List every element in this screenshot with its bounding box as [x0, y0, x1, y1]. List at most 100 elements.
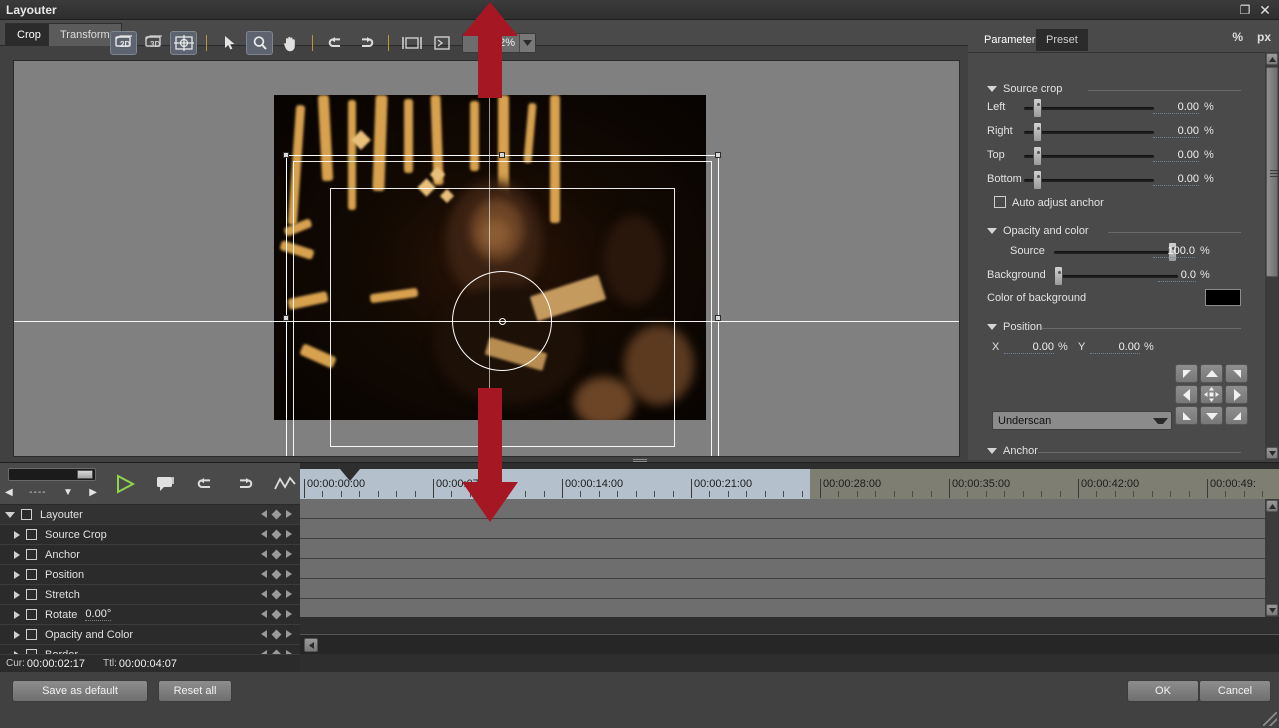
timeline-vertical-scrollbar[interactable]	[1265, 499, 1279, 617]
scroll-up-icon[interactable]	[1266, 500, 1278, 512]
position-mode-combo[interactable]: Underscan	[992, 411, 1172, 430]
tree-row-checkbox[interactable]	[26, 589, 37, 600]
tree-row-checkbox[interactable]	[21, 509, 32, 520]
scroll-down-icon[interactable]	[1266, 447, 1278, 459]
slider-thumb-crop-left[interactable]	[1033, 98, 1042, 118]
cancel-button[interactable]: Cancel	[1199, 680, 1271, 702]
prev-keyframe-icon[interactable]	[261, 590, 267, 598]
scroll-down-icon[interactable]	[1266, 604, 1278, 616]
pointer-icon[interactable]	[216, 31, 243, 55]
next-keyframe-icon[interactable]	[286, 530, 292, 538]
resize-handle-ne[interactable]	[715, 152, 721, 158]
timeline-track-row[interactable]	[300, 599, 1279, 617]
value-opacity-background[interactable]: 0.0	[1158, 269, 1196, 282]
tree-row-checkbox[interactable]	[26, 609, 37, 620]
tree-row-checkbox[interactable]	[26, 529, 37, 540]
fit-frame-icon[interactable]	[398, 31, 425, 55]
value-position-y[interactable]: 0.00	[1090, 341, 1140, 354]
slider-track-crop-top[interactable]	[1024, 155, 1154, 158]
add-keyframe-icon[interactable]	[271, 569, 282, 579]
redo-icon[interactable]	[232, 472, 258, 496]
prev-keyframe-icon[interactable]	[261, 610, 267, 618]
chevron-down-icon[interactable]	[987, 448, 997, 454]
add-keyframe-icon[interactable]	[271, 609, 282, 619]
magnifier-icon[interactable]	[246, 31, 273, 55]
reset-all-button[interactable]: Reset all	[158, 680, 232, 702]
add-keyframe-icon[interactable]	[271, 549, 282, 559]
preview-monitor-icon[interactable]	[152, 472, 178, 496]
resize-grip-icon[interactable]	[1263, 712, 1277, 726]
redo-icon[interactable]	[352, 31, 379, 55]
checkbox-auto-adjust-anchor[interactable]	[994, 196, 1006, 208]
slider-track-crop-left[interactable]	[1024, 107, 1154, 110]
add-keyframe-icon[interactable]	[271, 629, 282, 639]
timeline-zoom-thumb[interactable]	[77, 470, 93, 479]
chevron-right-icon[interactable]	[14, 590, 20, 599]
play-icon[interactable]	[112, 472, 138, 496]
nav-prev-icon[interactable]: ◀	[5, 487, 13, 498]
next-keyframe-icon[interactable]	[286, 590, 292, 598]
zoom-level-combo[interactable]: 6.22%	[462, 33, 536, 53]
next-keyframe-icon[interactable]	[286, 610, 292, 618]
align-top-button[interactable]	[1200, 364, 1223, 383]
tab-crop[interactable]: Crop	[5, 23, 53, 46]
tab-preset[interactable]: Preset	[1036, 29, 1088, 51]
scroll-up-icon[interactable]	[1266, 53, 1278, 65]
slider-thumb-crop-right[interactable]	[1033, 122, 1042, 142]
tree-row-layouter[interactable]: Layouter	[0, 505, 300, 525]
chevron-right-icon[interactable]	[14, 550, 20, 559]
tree-row-value[interactable]: 0.00°	[85, 608, 112, 621]
prev-keyframe-icon[interactable]	[261, 630, 267, 638]
resize-handle-e[interactable]	[715, 315, 721, 321]
align-center-button[interactable]	[1200, 385, 1223, 404]
tree-row-checkbox[interactable]	[26, 549, 37, 560]
value-crop-left[interactable]: 0.00	[1153, 101, 1199, 114]
zoom-level-value[interactable]: 6.22%	[463, 37, 519, 49]
value-position-x[interactable]: 0.00	[1004, 341, 1054, 354]
timeline-tracks[interactable]	[300, 499, 1279, 617]
chevron-right-icon[interactable]	[14, 570, 20, 579]
slider-track-crop-bottom[interactable]	[1024, 179, 1154, 182]
next-keyframe-icon[interactable]	[286, 570, 292, 578]
hand-icon[interactable]	[276, 31, 303, 55]
timeline-track-row[interactable]	[300, 539, 1279, 559]
tree-row-rotate[interactable]: Rotate 0.00°	[0, 605, 300, 625]
tree-row-position[interactable]: Position	[0, 565, 300, 585]
add-keyframe-icon[interactable]	[271, 509, 282, 519]
resize-handle-n[interactable]	[499, 152, 505, 158]
tree-row-stretch[interactable]: Stretch	[0, 585, 300, 605]
view-2d-icon[interactable]: 2D	[110, 31, 137, 55]
chevron-down-icon[interactable]	[1153, 418, 1168, 424]
align-right-button[interactable]	[1225, 385, 1248, 404]
chevron-down-icon[interactable]	[519, 34, 535, 52]
next-keyframe-icon[interactable]	[286, 550, 292, 558]
timeline-zoom-slider[interactable]	[8, 468, 96, 481]
restore-window-icon[interactable]: ❐	[1237, 2, 1253, 18]
prev-keyframe-icon[interactable]	[261, 570, 267, 578]
align-top-right-button[interactable]	[1225, 364, 1248, 383]
ok-button[interactable]: OK	[1127, 680, 1199, 702]
timeline-track-row[interactable]	[300, 559, 1279, 579]
curve-editor-icon[interactable]	[272, 472, 298, 496]
chevron-right-icon[interactable]	[14, 530, 20, 539]
undo-icon[interactable]	[322, 31, 349, 55]
resize-handle-w[interactable]	[283, 315, 289, 321]
section-anchor-header[interactable]: Anchor	[987, 445, 1038, 457]
nav-next-icon[interactable]: ▶	[89, 487, 97, 498]
chevron-down-icon[interactable]	[987, 228, 997, 234]
safe-area-icon[interactable]	[428, 31, 455, 55]
add-keyframe-icon[interactable]	[271, 589, 282, 599]
section-position-header[interactable]: Position	[987, 321, 1042, 333]
tree-row-checkbox[interactable]	[26, 569, 37, 580]
value-crop-top[interactable]: 0.00	[1153, 149, 1199, 162]
chevron-down-icon[interactable]	[987, 324, 997, 330]
tree-row-opacity-and-color[interactable]: Opacity and Color	[0, 625, 300, 645]
timeline-ruler[interactable]: 00:00:00:00 00:00:07:00 00:00:14:00 00:00:2…	[300, 469, 1279, 499]
section-source-crop-header[interactable]: Source crop	[987, 83, 1062, 95]
chevron-down-icon[interactable]	[5, 511, 15, 518]
preview-canvas[interactable]	[13, 60, 960, 457]
tree-row-anchor[interactable]: Anchor	[0, 545, 300, 565]
align-left-button[interactable]	[1175, 385, 1198, 404]
align-bottom-left-button[interactable]	[1175, 406, 1198, 425]
chevron-right-icon[interactable]	[14, 610, 20, 619]
